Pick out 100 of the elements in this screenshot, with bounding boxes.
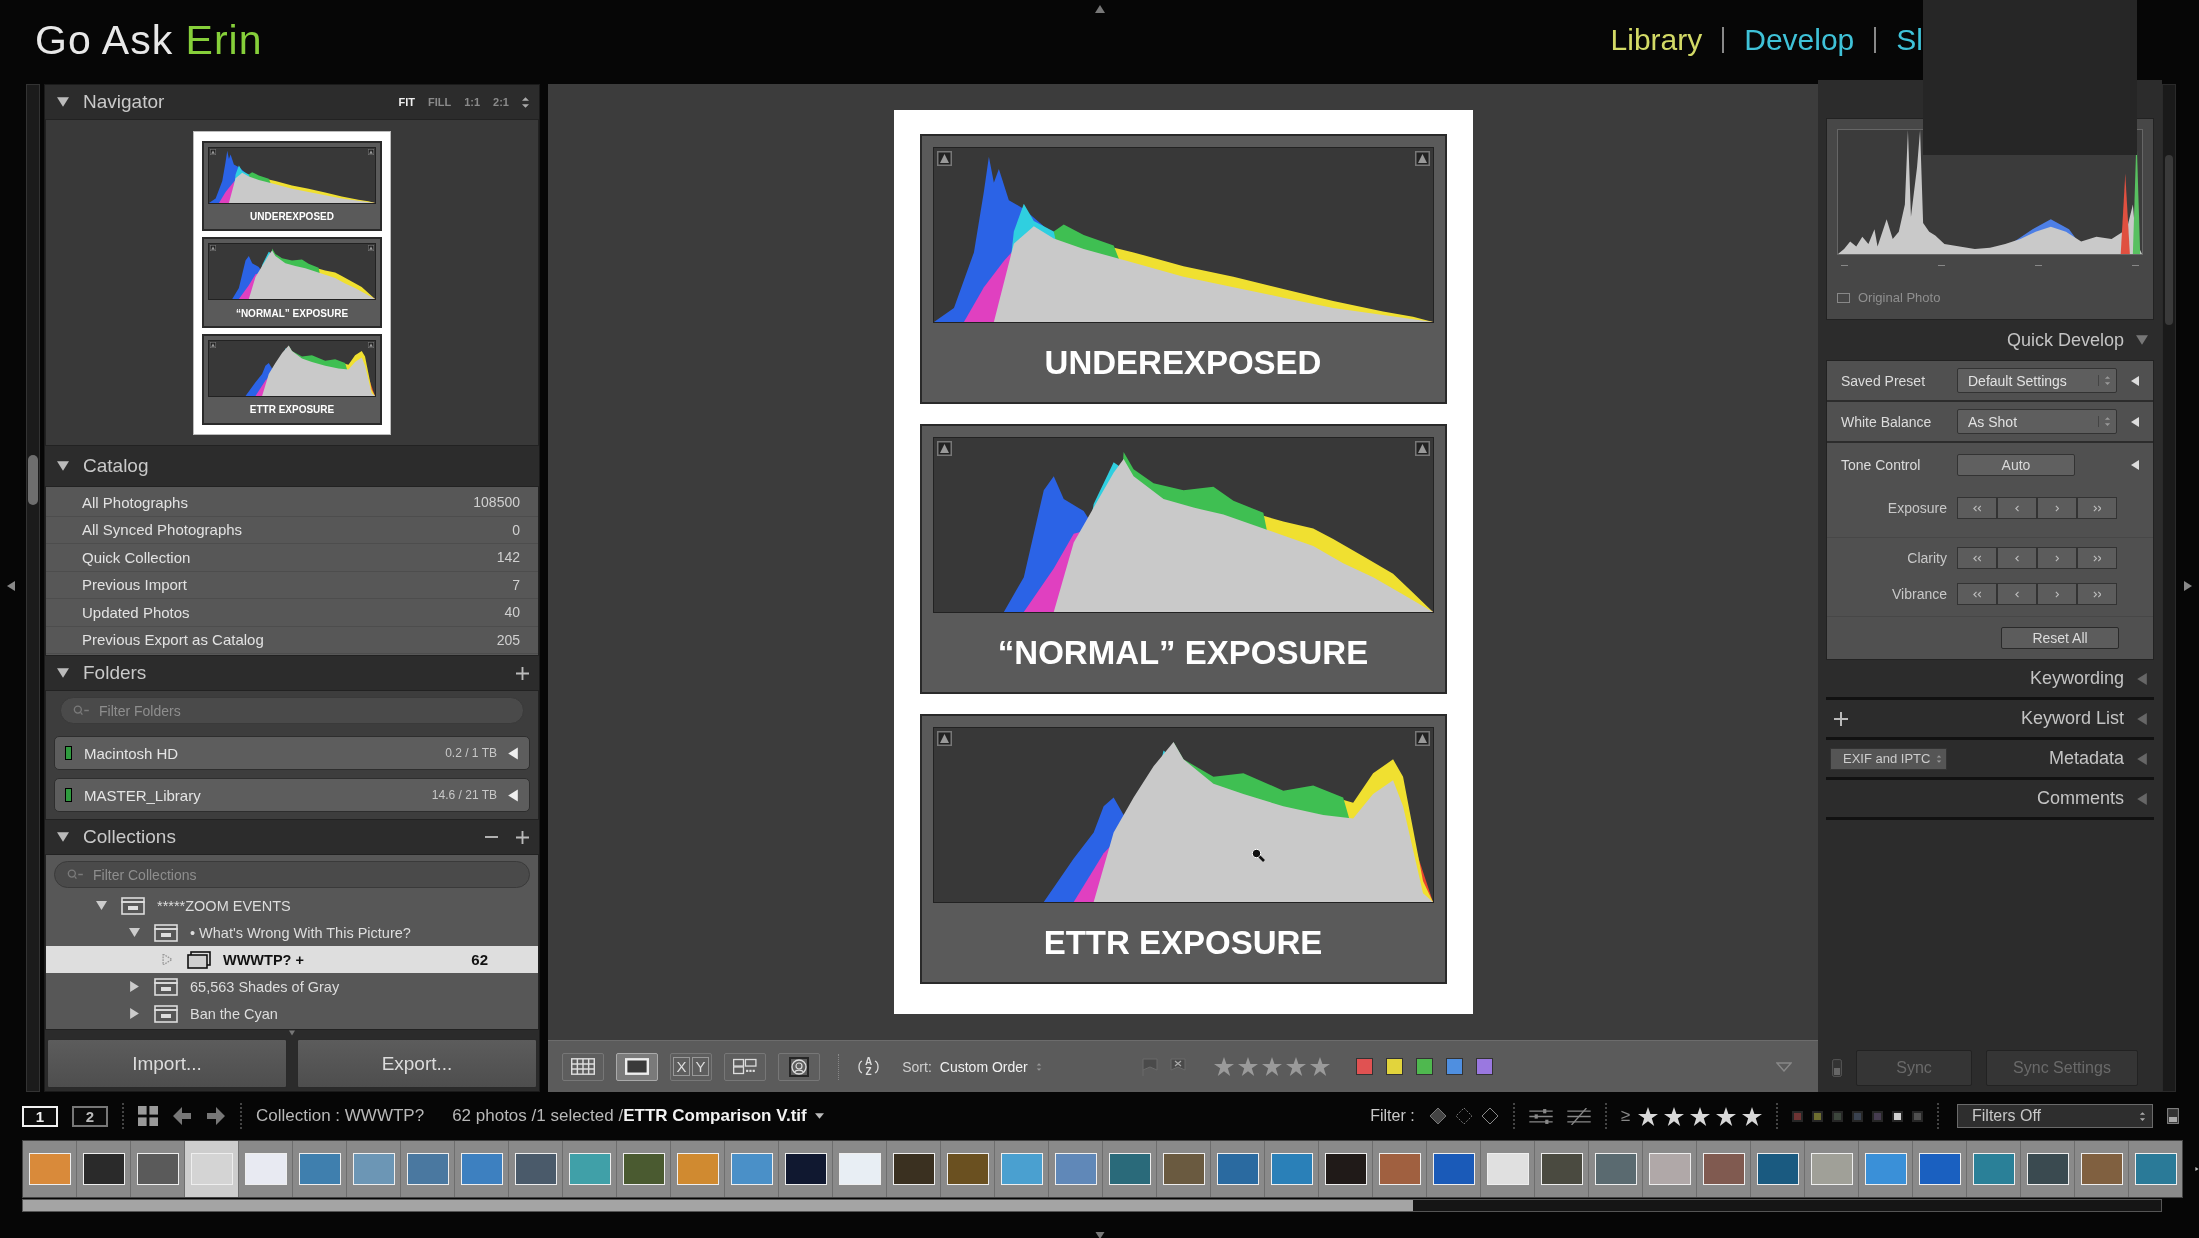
filmstrip-thumbnail[interactable] (1589, 1141, 1642, 1197)
zoom-option[interactable]: 2:1 (493, 96, 509, 108)
filmstrip-thumbnail[interactable] (239, 1141, 292, 1197)
disclosure-triangle-icon[interactable] (507, 788, 519, 802)
scrollbar[interactable] (2162, 84, 2176, 1092)
disclosure-triangle-icon[interactable] (2130, 459, 2140, 471)
filmstrip-thumbnail[interactable] (2075, 1141, 2128, 1197)
filmstrip-thumbnail[interactable] (1913, 1141, 1966, 1197)
star-icon[interactable] (1261, 1057, 1282, 1076)
filmstrip-thumbnail[interactable] (725, 1141, 778, 1197)
preset-dropdown[interactable]: As Shot (1957, 409, 2117, 434)
clipping-indicator-icon[interactable] (368, 245, 374, 252)
filmstrip-thumbnail[interactable] (293, 1141, 346, 1197)
triangle-down-icon[interactable] (287, 1030, 297, 1036)
forward-arrow-icon[interactable] (206, 1107, 226, 1125)
filmstrip-thumbnail[interactable] (995, 1141, 1048, 1197)
disclosure-triangle-icon[interactable] (129, 981, 140, 992)
label-filter-swatch[interactable] (1872, 1110, 1883, 1122)
filmstrip-thumbnail[interactable] (671, 1141, 724, 1197)
panel-header[interactable]: Keyword List (1826, 700, 2154, 740)
panel-header[interactable]: Keywording (1826, 660, 2154, 700)
stepper-button[interactable] (1957, 547, 1997, 569)
metadata-preset-dropdown[interactable]: EXIF and IPTC (1830, 747, 1948, 770)
module-tab[interactable]: Library (1610, 23, 1703, 57)
filmstrip-thumbnail[interactable] (887, 1141, 940, 1197)
clipping-indicator-icon[interactable] (368, 341, 374, 348)
filmstrip-thumbnail[interactable] (1481, 1141, 1534, 1197)
stepper-button[interactable] (1957, 583, 1997, 605)
filmstrip-thumbnail[interactable] (2021, 1141, 2074, 1197)
screen-button[interactable]: 2 (72, 1105, 108, 1127)
filmstrip-thumbnail[interactable] (617, 1141, 670, 1197)
triangle-left-icon[interactable] (6, 579, 16, 593)
flag-icon[interactable] (1480, 1107, 1499, 1125)
filmstrip-thumbnail[interactable] (509, 1141, 562, 1197)
filmstrip-thumbnail[interactable] (1049, 1141, 1102, 1197)
plus-icon[interactable] (1834, 711, 1848, 726)
filter-field[interactable]: Filter Folders (60, 697, 524, 724)
filmstrip-thumbnail[interactable] (1751, 1141, 1804, 1197)
filmstrip-thumbnail[interactable] (347, 1141, 400, 1197)
color-label-swatch[interactable] (1415, 1058, 1433, 1075)
disclosure-triangle-icon[interactable] (2130, 415, 2140, 428)
loupe-view-button[interactable] (616, 1052, 658, 1081)
disclosure-triangle-icon[interactable] (129, 1008, 140, 1019)
sliders-icon[interactable] (1528, 1107, 1553, 1125)
preset-dropdown[interactable]: Default Settings (1957, 368, 2117, 393)
flag-icon[interactable] (1454, 1107, 1473, 1125)
selection-status[interactable]: 62 photos /1 selected /ETTR Comparison V.tif (452, 1106, 807, 1126)
filmstrip-thumbnail[interactable] (563, 1141, 616, 1197)
volume-row[interactable]: Macintosh HD 0.2 / 1 TB (54, 736, 530, 770)
survey-view-button[interactable] (724, 1052, 766, 1081)
star-icon[interactable] (1690, 1106, 1710, 1126)
clipping-indicator-icon[interactable] (210, 148, 216, 155)
filmstrip-thumbnail[interactable] (2129, 1141, 2182, 1197)
disclosure-triangle-icon[interactable] (57, 460, 69, 472)
checkbox[interactable] (1837, 292, 1850, 303)
filmstrip-thumbnail[interactable] (1859, 1141, 1912, 1197)
clipping-indicator-icon[interactable] (1414, 731, 1430, 746)
star-icon[interactable] (1638, 1106, 1658, 1126)
navigator-preview[interactable]: UNDEREXPOSED “NORMAL” EXPOSURE ETTR EXPOSURE (45, 119, 539, 446)
rating-operator[interactable]: ≥ (1620, 1106, 1630, 1126)
star-icon[interactable] (1213, 1057, 1234, 1076)
filmstrip-thumbnail[interactable] (1967, 1141, 2020, 1197)
disclosure-triangle-icon[interactable] (2130, 374, 2140, 387)
filmstrip-thumbnail[interactable] (1535, 1141, 1588, 1197)
plus-icon[interactable] (516, 830, 529, 844)
dotted-triangle-icon[interactable] (162, 954, 173, 965)
rating-filter[interactable] (1638, 1106, 1762, 1126)
panel-header[interactable]: EXIF and IPTC Metadata (1826, 740, 2154, 780)
grid-icon[interactable] (138, 1106, 158, 1126)
compare-view-button[interactable]: X Y (670, 1052, 712, 1081)
source-label[interactable]: Collection : WWWTP? (256, 1106, 425, 1126)
stepper-button[interactable] (2077, 497, 2117, 519)
stepper-button[interactable] (2077, 583, 2117, 605)
label-filter-swatch[interactable] (1852, 1110, 1863, 1122)
label-filter-swatch[interactable] (1792, 1110, 1803, 1122)
disclosure-triangle-icon[interactable] (507, 746, 519, 760)
color-label-swatch[interactable] (1445, 1058, 1463, 1075)
color-label-swatch[interactable] (1475, 1058, 1493, 1075)
filmstrip-thumbnail[interactable] (401, 1141, 454, 1197)
label-filter-swatch[interactable] (1912, 1110, 1923, 1122)
stepper-button[interactable] (1957, 497, 1997, 519)
scroll-thumb[interactable] (28, 455, 38, 505)
star-icon[interactable] (1285, 1057, 1306, 1076)
triangle-up-icon[interactable] (1093, 4, 1107, 14)
clipping-indicator-icon[interactable] (1414, 441, 1430, 456)
star-icon[interactable] (1742, 1106, 1762, 1126)
sort-direction-button[interactable]: A Z (857, 1056, 881, 1077)
filmstrip-thumbnail[interactable] (1373, 1141, 1426, 1197)
star-icon[interactable] (1309, 1057, 1330, 1076)
star-icon[interactable] (1716, 1106, 1736, 1126)
clipping-indicator-icon[interactable] (210, 341, 216, 348)
scroll-thumb[interactable] (2165, 155, 2173, 325)
filmstrip-thumbnail[interactable] (1103, 1141, 1156, 1197)
clipping-indicator-icon[interactable] (936, 731, 952, 746)
filmstrip-thumbnail[interactable] (1211, 1141, 1264, 1197)
crossed-sliders-icon[interactable] (1566, 1107, 1591, 1125)
panel-header[interactable]: Comments (1826, 780, 2154, 820)
filmstrip-thumbnail[interactable] (779, 1141, 832, 1197)
filmstrip-thumbnail[interactable] (1157, 1141, 1210, 1197)
filter-preset-dropdown[interactable]: Filters Off (1957, 1104, 2153, 1128)
